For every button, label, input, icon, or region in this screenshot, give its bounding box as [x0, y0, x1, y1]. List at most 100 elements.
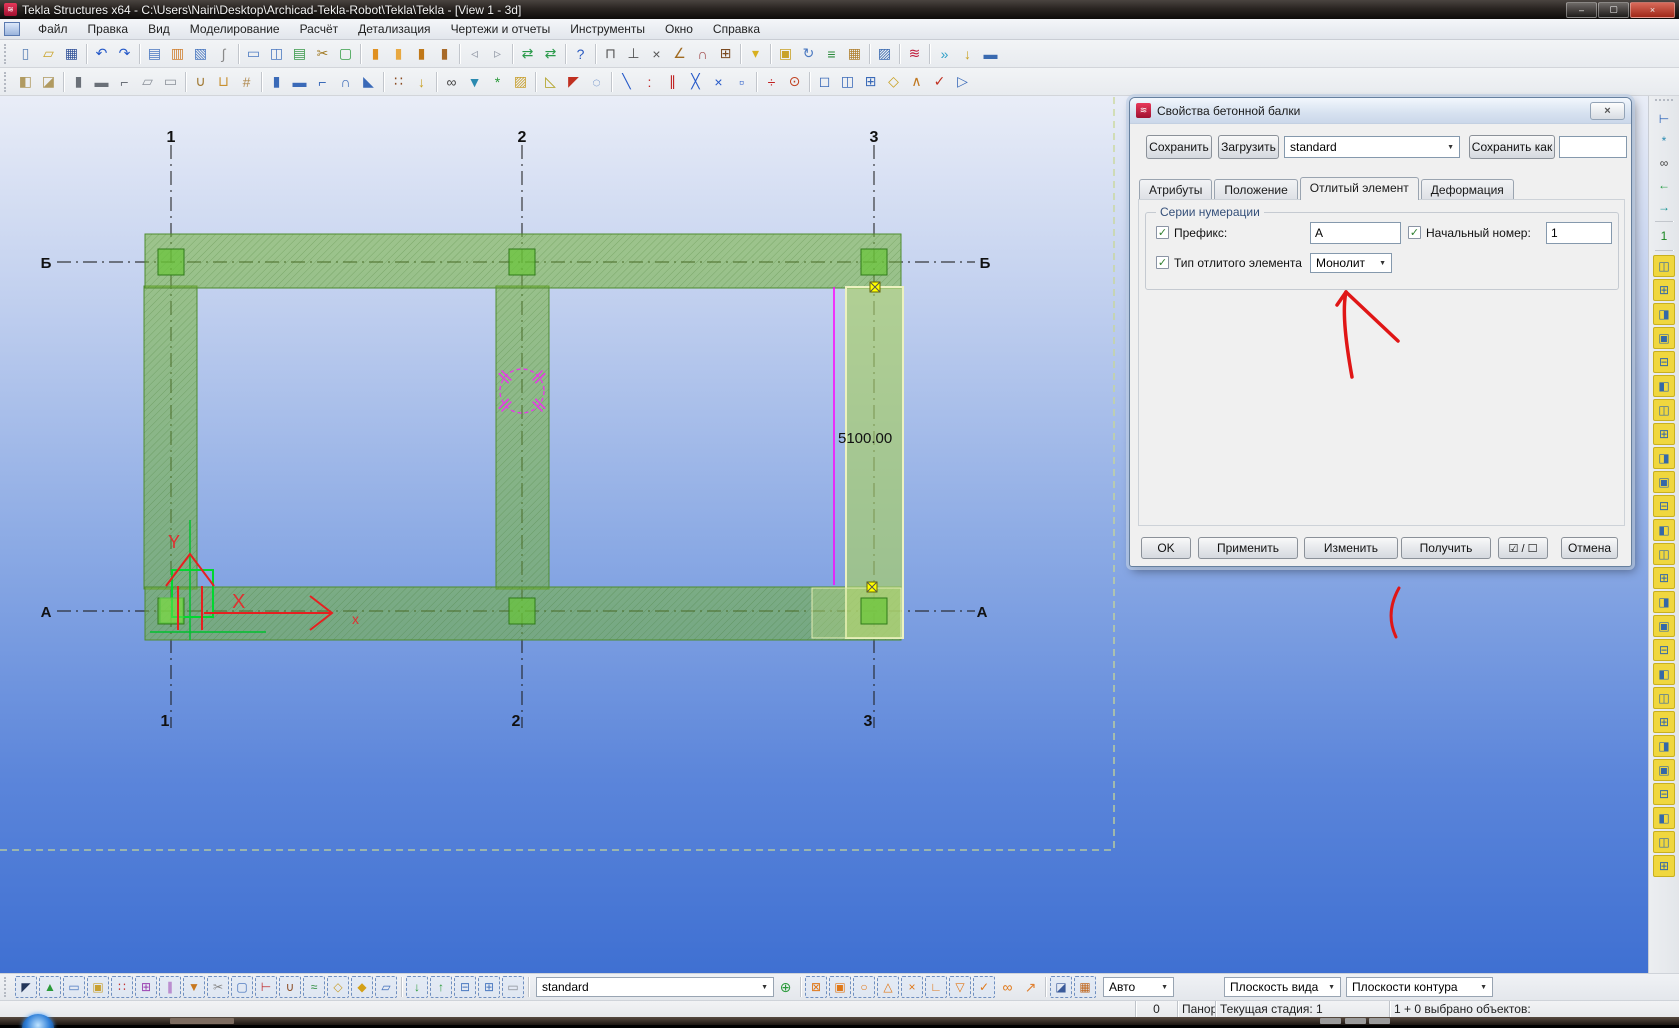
connection-icon[interactable]: ▣	[1653, 327, 1675, 349]
strip-footing-icon[interactable]: ⊔	[212, 70, 235, 93]
select-components-icon[interactable]: ▲	[39, 976, 61, 998]
redo-icon[interactable]: ↷	[113, 42, 136, 65]
snap-any-icon[interactable]: ✓	[973, 976, 995, 998]
bolt-icon[interactable]: ∷	[387, 70, 410, 93]
open-file-icon[interactable]: ▱	[37, 42, 60, 65]
cast-type-combo[interactable]: Монолит ▼	[1310, 253, 1392, 273]
create-part-3-icon[interactable]: ▮	[410, 42, 433, 65]
copy-icon[interactable]: ▤	[143, 42, 166, 65]
create-part-4-icon[interactable]: ▮	[433, 42, 456, 65]
connection-icon[interactable]: ⊞	[1653, 423, 1675, 445]
snap-free-icon[interactable]: ∞	[996, 976, 1019, 999]
save-as-input[interactable]	[1559, 136, 1627, 158]
slab-icon[interactable]: ▱	[136, 70, 159, 93]
snap-corner-icon[interactable]: ∟	[925, 976, 947, 998]
connection-icon[interactable]: ◫	[1653, 543, 1675, 565]
select-assemblies-up-icon[interactable]: ↑	[430, 976, 452, 998]
paste-icon[interactable]: ▧	[189, 42, 212, 65]
apply-button[interactable]: Применить	[1198, 537, 1298, 559]
point-red-icon[interactable]: :	[638, 70, 661, 93]
anchor-icon[interactable]: ↓	[410, 70, 433, 93]
binoculars-icon[interactable]: ∞	[440, 70, 463, 93]
select-cuts-icon[interactable]: ✂	[207, 976, 229, 998]
minimize-button[interactable]: –	[1566, 2, 1597, 18]
workplane-tool-icon[interactable]: ⊢	[1654, 109, 1674, 129]
start-orb-icon[interactable]	[22, 1014, 54, 1028]
new-view-icon[interactable]: ▭	[242, 42, 265, 65]
panel-icon[interactable]: ▭	[159, 70, 182, 93]
prefix-checkbox[interactable]: ✓	[1156, 226, 1169, 239]
select-single-icon[interactable]: ▭	[502, 976, 524, 998]
steel-column-icon[interactable]: ▮	[265, 70, 288, 93]
menu-detailing[interactable]: Детализация	[348, 20, 440, 38]
select-area-icon[interactable]: ▢	[334, 42, 357, 65]
connection-icon[interactable]: ◧	[1653, 519, 1675, 541]
column-square[interactable]	[509, 249, 535, 275]
menu-window[interactable]: Окно	[655, 20, 703, 38]
taskbar-button[interactable]	[1320, 1018, 1341, 1024]
tekla-online-icon[interactable]: ≋	[903, 42, 926, 65]
connection-icon[interactable]: ⊞	[1653, 855, 1675, 877]
connection-icon[interactable]: ⊟	[1653, 351, 1675, 373]
workplane-icon[interactable]: ◇	[882, 70, 905, 93]
snap-priority-icon[interactable]: ▦	[1074, 976, 1096, 998]
column-square[interactable]	[158, 249, 184, 275]
select-all-icon[interactable]: ◤	[15, 976, 37, 998]
copy-objects-icon[interactable]: ▣	[774, 42, 797, 65]
maximize-button[interactable]: ▢	[1598, 2, 1629, 18]
connection-icon[interactable]: ▣	[1653, 471, 1675, 493]
circle-select-icon[interactable]: ◌	[585, 70, 608, 93]
column-icon[interactable]: ▮	[67, 70, 90, 93]
check-model-icon[interactable]: ✓	[928, 70, 951, 93]
components-icon[interactable]: *	[1654, 131, 1674, 151]
select-grid-lines-icon[interactable]: ∥	[159, 976, 181, 998]
select-assemblies-down-icon[interactable]: ↓	[406, 976, 428, 998]
select-points-icon[interactable]: ∷	[111, 976, 133, 998]
close-button[interactable]: ×	[1630, 2, 1675, 18]
menu-drawings-reports[interactable]: Чертежи и отчеты	[441, 20, 561, 38]
two-views-icon[interactable]: ◫	[836, 70, 859, 93]
copy-special-icon[interactable]: ▥	[166, 42, 189, 65]
pad-footing-icon[interactable]: ∪	[189, 70, 212, 93]
prefix-input[interactable]	[1310, 222, 1401, 244]
steel-polybeam-icon[interactable]: ⌐	[311, 70, 334, 93]
snap-depth-combo[interactable]: Авто ▼	[1103, 977, 1174, 997]
display-icon[interactable]: ▬	[979, 42, 1002, 65]
connection-icon[interactable]: ◫	[1653, 255, 1675, 277]
grab-plane-icon[interactable]: ∧	[905, 70, 928, 93]
column-square[interactable]	[861, 598, 887, 624]
tab-position[interactable]: Положение	[1214, 179, 1297, 200]
load-button[interactable]: Загрузить	[1218, 135, 1279, 159]
connection-icon[interactable]: ⊞	[1653, 567, 1675, 589]
arc-icon[interactable]: ∩	[691, 42, 714, 65]
save-button[interactable]: Сохранить	[1146, 135, 1212, 159]
construction-plane-icon[interactable]: ◻	[813, 70, 836, 93]
connection-icon[interactable]: ⊟	[1653, 639, 1675, 661]
connection-icon[interactable]: ⊞	[1653, 711, 1675, 733]
steel-beam-icon[interactable]: ▬	[288, 70, 311, 93]
menu-file[interactable]: Файл	[28, 20, 78, 38]
taskbar-button[interactable]	[170, 1018, 234, 1024]
more-tools-icon[interactable]: »	[933, 42, 956, 65]
select-welds-icon[interactable]: ▼	[183, 976, 205, 998]
menu-help[interactable]: Справка	[703, 20, 770, 38]
get-button[interactable]: Получить	[1401, 537, 1491, 559]
taskbar-button[interactable]	[1369, 1018, 1390, 1024]
connection-icon[interactable]: ▣	[1653, 615, 1675, 637]
mesh-icon[interactable]: #	[235, 70, 258, 93]
polybeam-icon[interactable]: ⌐	[113, 70, 136, 93]
back-arrow-icon[interactable]: ←	[1654, 175, 1674, 195]
profile-combo[interactable]: standard ▼	[1284, 136, 1460, 158]
globe-icon[interactable]: ⊕	[774, 976, 797, 999]
dialog-close-button[interactable]: ×	[1590, 102, 1625, 120]
sync-in-icon[interactable]: ⇄	[516, 42, 539, 65]
prev-icon[interactable]: ◃	[463, 42, 486, 65]
phases-icon[interactable]: ▨	[873, 42, 896, 65]
create-part-2-icon[interactable]: ▮	[387, 42, 410, 65]
menu-modeling[interactable]: Моделирование	[180, 20, 290, 38]
pin-icon[interactable]: ▾	[744, 42, 767, 65]
connection-icon[interactable]: ▣	[1653, 759, 1675, 781]
divide-icon[interactable]: ÷	[760, 70, 783, 93]
angle-icon[interactable]: ∠	[668, 42, 691, 65]
mdi-child-icon[interactable]	[4, 22, 20, 36]
